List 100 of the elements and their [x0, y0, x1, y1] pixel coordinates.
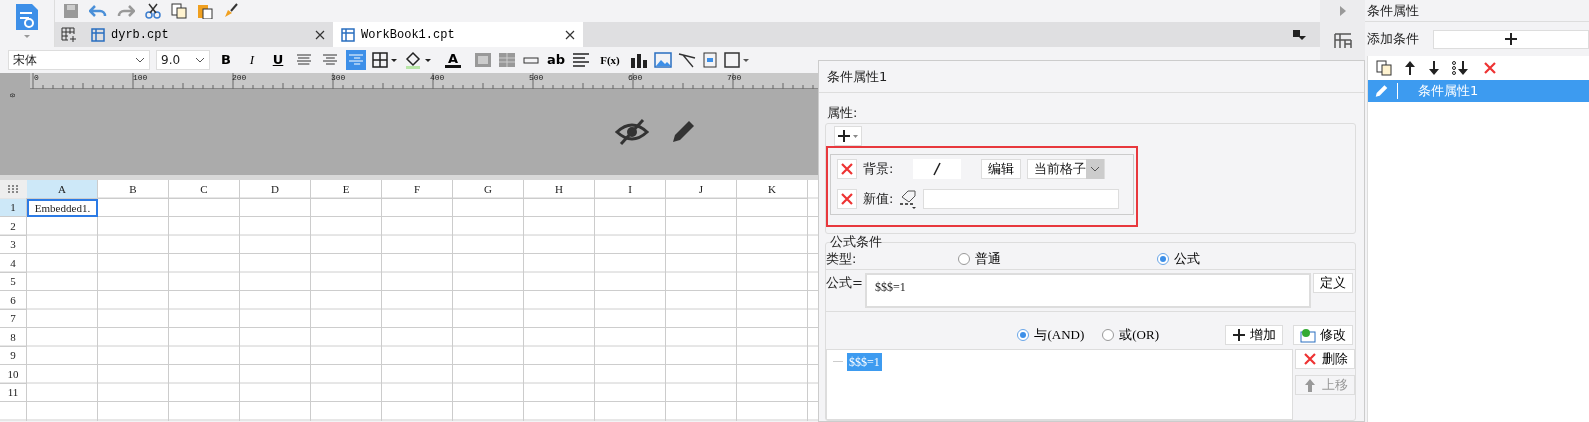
edit-button[interactable]: 编辑 — [981, 159, 1022, 179]
select-all-icon[interactable] — [0, 180, 27, 198]
row-header[interactable]: 7 — [0, 309, 27, 328]
redo-icon[interactable] — [117, 3, 135, 19]
radio-dot[interactable] — [1017, 328, 1030, 341]
column-header[interactable]: G — [453, 180, 524, 199]
column-header[interactable]: E — [311, 180, 382, 199]
arrow-down-icon[interactable] — [1428, 60, 1440, 76]
font-size-select[interactable]: 9.0 — [156, 50, 210, 70]
row-header[interactable]: 5 — [0, 272, 27, 291]
radio-option[interactable]: 普通 — [958, 249, 1157, 269]
column-header[interactable]: A — [27, 180, 98, 199]
cell-border-icon[interactable] — [724, 52, 750, 68]
brush-icon[interactable] — [223, 3, 239, 19]
italic-button[interactable]: I — [242, 50, 262, 70]
workbook-icon — [341, 27, 355, 42]
document-tab[interactable]: WorkBook1.cpt — [333, 22, 583, 47]
column-header[interactable]: F — [382, 180, 453, 199]
copy-icon[interactable] — [171, 3, 187, 19]
add-button[interactable]: 增加 — [1225, 324, 1283, 345]
close-icon[interactable] — [315, 29, 325, 40]
ruler-label: 200 — [232, 73, 247, 82]
radio-option[interactable]: 公式 — [1156, 249, 1355, 269]
caret-icon — [135, 56, 145, 64]
field-label: 公式= — [826, 273, 863, 292]
remove-button[interactable] — [837, 189, 857, 209]
radio-dot[interactable] — [1102, 328, 1115, 341]
scope-select[interactable]: 当前格子 — [1027, 159, 1106, 179]
paste-icon[interactable] — [197, 3, 213, 19]
delete-button[interactable]: 删除 — [1295, 348, 1355, 369]
remove-button[interactable] — [837, 159, 857, 179]
modify-button[interactable]: 修改 — [1293, 324, 1353, 345]
close-icon — [839, 191, 855, 207]
bold-button[interactable]: B — [216, 50, 236, 70]
row-header[interactable]: 11 — [0, 383, 27, 402]
radio-dot[interactable] — [958, 253, 971, 265]
ruler-label: 500 — [529, 73, 544, 82]
define-button[interactable]: 定义 — [1313, 272, 1353, 293]
menu-dropdown-icon[interactable] — [1292, 28, 1306, 42]
column-header[interactable]: B — [98, 180, 169, 199]
value-type-icon[interactable] — [899, 189, 918, 209]
merge-cells-icon[interactable] — [474, 52, 492, 68]
ruler-label: 700 — [727, 73, 742, 82]
borders-icon[interactable] — [372, 52, 398, 68]
delete-icon[interactable] — [1482, 60, 1498, 76]
column-header[interactable]: I — [595, 180, 666, 199]
row-header[interactable]: 8 — [0, 328, 27, 347]
radio-dot[interactable] — [1156, 253, 1169, 265]
save-icon[interactable] — [63, 3, 79, 19]
radio-option[interactable]: 与(AND) — [1017, 324, 1085, 345]
add-attribute-button[interactable] — [834, 125, 862, 146]
row-header[interactable]: 6 — [0, 291, 27, 310]
row-header[interactable]: 2 — [0, 217, 27, 236]
undo-icon[interactable] — [89, 3, 107, 19]
ruler-label: 100 — [133, 73, 148, 82]
eye-slash-icon[interactable] — [615, 118, 649, 146]
paragraph-icon[interactable] — [572, 52, 590, 68]
add-condition-label: 添加条件 — [1367, 30, 1419, 49]
column-header[interactable]: D — [240, 180, 311, 199]
table-cell: Embedded1. — [27, 198, 98, 217]
row-header[interactable]: 4 — [0, 254, 27, 273]
ruler-label: 300 — [331, 73, 346, 82]
split-cells-icon[interactable] — [498, 52, 516, 68]
radio-option[interactable]: 或(OR) — [1102, 324, 1159, 345]
caret-icon — [195, 56, 205, 64]
bar-chart-icon[interactable] — [630, 52, 648, 68]
row-header[interactable]: 1 — [0, 198, 27, 217]
add-sheet-icon[interactable] — [61, 26, 77, 43]
slash-icon[interactable] — [678, 52, 696, 68]
report-icon[interactable] — [14, 2, 40, 32]
expand-arrow-icon[interactable] — [1338, 5, 1347, 17]
image-icon[interactable] — [654, 52, 672, 68]
copy-icon[interactable] — [1376, 60, 1392, 76]
font-color-button[interactable]: A — [438, 50, 468, 70]
caret-icon — [1086, 159, 1105, 179]
row-header[interactable]: 3 — [0, 235, 27, 254]
font-select[interactable]: 宋体 — [8, 50, 150, 70]
row-header[interactable]: 9 — [0, 346, 27, 365]
formula-button[interactable]: F(x) — [596, 50, 624, 70]
formula-input[interactable]: $$$=1 — [864, 272, 1311, 308]
color-swatch[interactable] — [913, 159, 962, 179]
caret-icon[interactable] — [23, 32, 31, 40]
value-input[interactable] — [923, 189, 1120, 209]
panel-title: 条件属性 — [1365, 0, 1589, 22]
column-header[interactable]: K — [737, 180, 808, 199]
fill-color-icon[interactable] — [404, 51, 432, 69]
underline-button[interactable]: U — [268, 50, 288, 70]
cut-icon[interactable] — [145, 3, 161, 19]
no-color-icon — [932, 162, 943, 176]
move-bottom-icon[interactable] — [1452, 60, 1470, 76]
row-header[interactable]: 10 — [0, 365, 27, 384]
close-icon[interactable] — [565, 29, 575, 40]
text-tool-button[interactable]: ab — [546, 50, 566, 70]
plus-icon — [837, 127, 859, 144]
layout-icon[interactable] — [1332, 32, 1353, 50]
subreport-icon[interactable] — [702, 52, 718, 68]
column-header[interactable]: J — [666, 180, 737, 199]
column-header[interactable]: H — [524, 180, 595, 199]
column-header[interactable]: C — [169, 180, 240, 199]
arrow-up-icon[interactable] — [1404, 60, 1416, 76]
